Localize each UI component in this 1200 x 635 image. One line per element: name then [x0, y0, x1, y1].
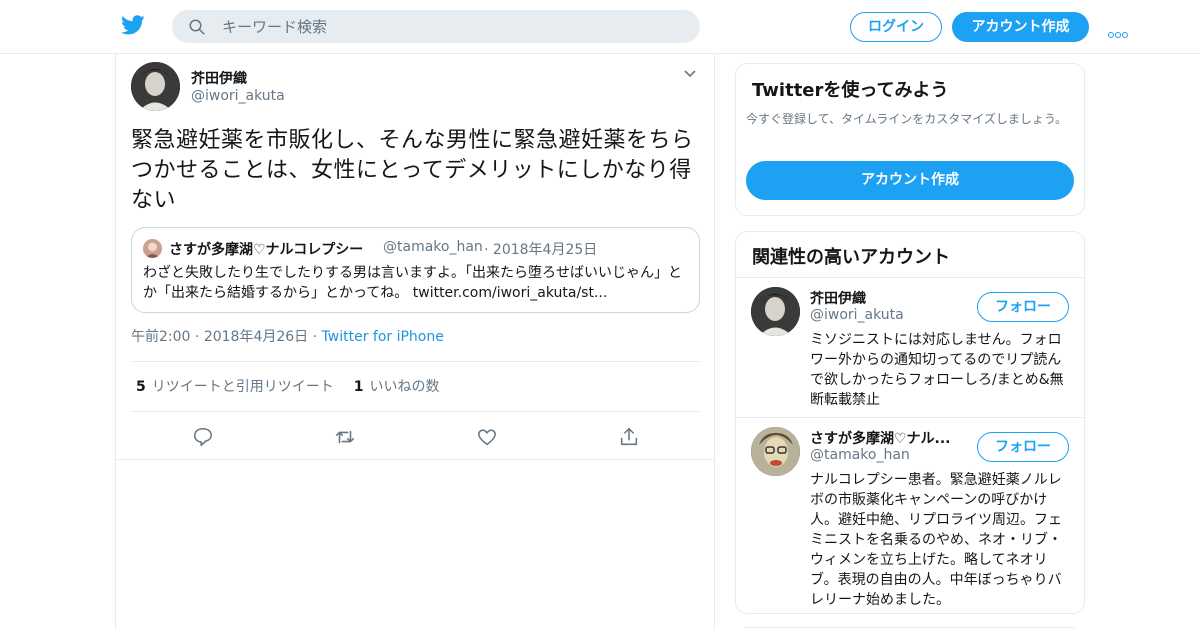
signup-button[interactable]: アカウント作成 — [746, 161, 1074, 200]
share-icon[interactable] — [618, 426, 640, 448]
author-name[interactable]: 芥田伊織 — [191, 68, 247, 88]
tweet: 芥田伊織 @iwori_akuta 緊急避妊薬を市販化し、そんな男性に緊急避妊薬… — [116, 54, 714, 460]
divider — [745, 627, 1075, 635]
avatar[interactable] — [751, 427, 800, 476]
account-handle[interactable]: @iwori_akuta — [810, 307, 904, 323]
tweet-time: 午前2:00 — [131, 329, 191, 345]
promo-title: Twitterを使ってみよう — [752, 80, 949, 101]
signup-button[interactable]: アカウント作成 — [952, 12, 1089, 42]
retweet-icon[interactable] — [334, 426, 356, 448]
search-bar[interactable] — [172, 10, 700, 43]
tweet-date: 2018年4月26日 — [203, 329, 309, 345]
quoted-author-name: さすが多摩湖♡ナルコレプシー — [169, 242, 364, 258]
promo-description: 今すぐ登録して、タイムラインをカスタマイズしましょう。 — [746, 112, 1068, 126]
tweet-text: 緊急避妊薬を市販化し、そんな男性に緊急避妊薬をちらつかせることは、女性にとってデ… — [131, 128, 694, 213]
likes-stat[interactable]: 1 いいねの数 — [354, 379, 440, 395]
main-column: 芥田伊織 @iwori_akuta 緊急避妊薬を市販化し、そんな男性に緊急避妊薬… — [115, 54, 715, 630]
login-button[interactable]: ログイン — [850, 12, 942, 42]
divider — [736, 277, 1084, 278]
account-bio: ナルコレプシー患者。緊急避妊薬ノルレボの市販薬化キャンペーンの呼びかけ人。避妊中… — [810, 472, 1062, 608]
follow-button[interactable]: フォロー — [977, 292, 1069, 322]
divider — [131, 361, 700, 362]
account-handle[interactable]: @tamako_han — [810, 447, 910, 463]
search-icon — [189, 19, 205, 35]
follow-button[interactable]: フォロー — [977, 432, 1069, 462]
twitter-bird-icon[interactable] — [120, 13, 146, 37]
author-handle[interactable]: @iwori_akuta — [191, 88, 285, 104]
account-name[interactable]: さすが多摩湖♡ナル... — [810, 428, 951, 448]
quoted-tweet[interactable]: さすが多摩湖♡ナルコレプシー @tamako_han · 2018年4月25日 … — [131, 227, 700, 313]
related-accounts-card: 関連性の高いアカウント 芥田伊織 @iwori_akuta フォロー ミソジニス… — [735, 231, 1085, 614]
tweet-stats: 5 リツイートと引用リツイート 1 いいねの数 — [136, 376, 440, 396]
top-nav: ログイン アカウント作成 — [0, 0, 1200, 54]
related-title: 関連性の高いアカウント — [752, 247, 950, 268]
divider — [736, 417, 1084, 418]
divider — [131, 411, 700, 412]
quoted-author-handle: @tamako_han — [383, 239, 483, 255]
avatar[interactable] — [751, 287, 800, 336]
account-name[interactable]: 芥田伊織 — [810, 288, 866, 308]
tweet-meta: 午前2:00 · 2018年4月26日 · Twitter for iPhone — [131, 329, 444, 345]
retweets-stat[interactable]: 5 リツイートと引用リツイート — [136, 379, 334, 395]
quoted-date: · 2018年4月25日 — [484, 242, 598, 258]
signup-promo-card: Twitterを使ってみよう 今すぐ登録して、タイムラインをカスタマイズしましょ… — [735, 63, 1085, 216]
reply-icon[interactable] — [192, 426, 214, 448]
account-bio: ミソジニストには対応しません。フォロワー外からの通知切ってるのでリプ読んで欲しか… — [810, 332, 1064, 408]
like-icon[interactable] — [476, 426, 498, 448]
tweet-source-link[interactable]: Twitter for iPhone — [322, 329, 444, 345]
avatar — [143, 239, 162, 258]
avatar[interactable] — [131, 62, 180, 111]
more-icon[interactable] — [1108, 23, 1130, 38]
search-input[interactable] — [222, 10, 682, 43]
chevron-down-icon[interactable] — [684, 70, 696, 78]
quoted-text: わざと失敗したり生でしたりする男は言いますよ。「出来たら堕ろせばいいじゃん」とか… — [143, 265, 682, 301]
